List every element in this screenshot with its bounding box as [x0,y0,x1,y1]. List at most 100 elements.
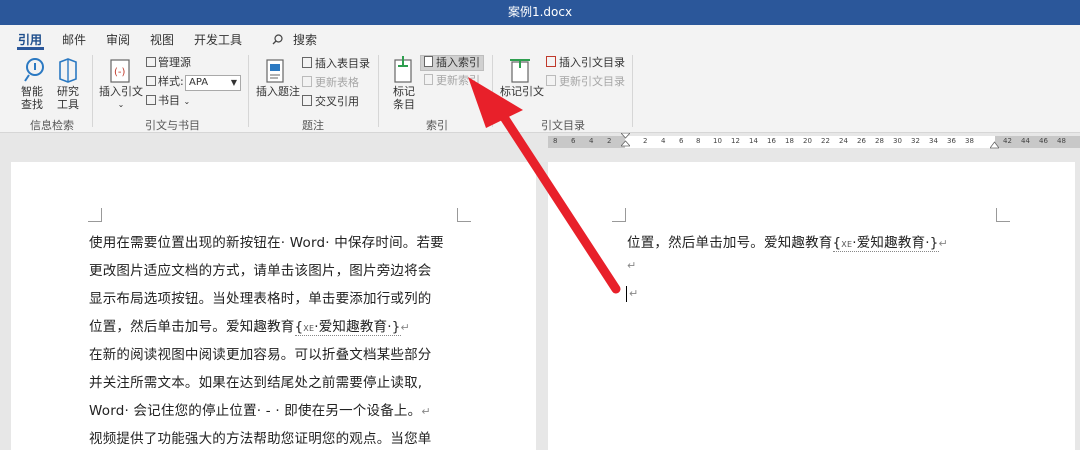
insert-index-label: 插入索引 [436,56,480,69]
insert-table-of-figures-button[interactable]: 插入表目录 [302,57,370,71]
ruler-tick: 18 [785,137,794,145]
margin-corner-mark [88,208,102,222]
ruler-tick: 2 [607,137,612,145]
insert-citation-button[interactable]: 插入引文 ⌄ [99,85,143,111]
insert-caption-button[interactable]: 插入题注 [256,85,300,98]
chevron-down-icon: ⌄ [117,100,125,109]
xe-field-code[interactable]: {XE·爱知趣教育·} [832,235,939,252]
cross-reference-button[interactable]: 交叉引用 [302,95,359,109]
paragraph-mark-icon: ↵ [629,287,639,300]
ruler-tick: 48 [1057,137,1066,145]
tab-references[interactable]: 引用 [18,31,42,48]
bibliography-label: 书目 [158,94,180,107]
ruler-tick: 24 [839,137,848,145]
paragraph-text: 位置，然后单击加号。爱知趣教育 [89,319,295,335]
smart-lookup-button[interactable]: 智能 查找 [21,85,43,111]
insert-citation-label: 插入引文 [99,85,143,98]
researcher-label-1: 研究 [57,85,79,98]
ruler-tick: 36 [947,137,956,145]
insert-citation-icon: (-) [110,59,130,83]
svg-text:(-): (-) [114,67,126,78]
insert-table-of-authorities-label: 插入引文目录 [559,56,625,69]
paragraph-mark-icon: ↵ [421,405,431,418]
tab-review[interactable]: 审阅 [106,31,130,48]
ruler-tick: 26 [857,137,866,145]
group-separator [492,55,493,127]
smart-lookup-label-1: 智能 [21,85,43,98]
tab-developer[interactable]: 开发工具 [194,31,242,48]
document-page-2[interactable] [548,162,1075,450]
chevron-down-icon: ⌄ [183,97,191,106]
paragraph-mark-icon: ↵ [627,259,637,272]
ruler-tick: 16 [767,137,776,145]
style-select[interactable]: APA ▼ [185,75,241,91]
ribbon-references: 智能 查找 研究 工具 信息检索 (-) 插入引文 ⌄ 管理源 样式: APA … [0,53,1080,133]
tab-search[interactable]: 搜索 [293,31,317,48]
bibliography-button[interactable]: 书目 ⌄ [146,94,190,109]
group-separator [632,55,633,127]
mark-entry-label-1: 标记 [393,85,415,98]
update-index-icon [424,74,433,85]
group-label-research: 信息检索 [30,119,74,132]
ruler-tick: 28 [875,137,884,145]
insert-caption-icon [266,59,284,83]
cross-reference-label: 交叉引用 [315,95,359,108]
margin-corner-mark [996,208,1010,222]
paragraph-line: 更改图片适应文档的方式，请单击该图片，图片旁边将会 [89,263,432,279]
ruler-tick: 38 [965,137,974,145]
paragraph-line: 并关注所需文本。如果在达到结尾处之前需要停止读取, [89,375,423,391]
mark-entry-label-2: 条目 [393,98,415,111]
paragraph-line: 显示布局选项按钮。当处理表格时，单击要添加行或列的 [89,291,432,307]
xe-field-keyword: XE [303,324,315,333]
indent-marker-icon[interactable] [621,133,630,151]
researcher-button[interactable]: 研究 工具 [57,85,79,111]
insert-table-of-figures-label: 插入表目录 [315,57,370,70]
smart-lookup-icon [24,58,44,82]
ribbon-tab-bar: 引用 邮件 审阅 视图 开发工具 搜索 [0,25,1080,53]
paragraph-mark-icon: ↵ [400,321,410,334]
right-indent-marker-icon[interactable] [990,141,999,149]
style-selector-label: 样式: [146,75,184,89]
xe-field-text: 爱知趣教育· [856,235,930,251]
text-cursor [626,286,627,302]
margin-corner-mark [612,208,626,222]
update-index-label: 更新索引 [436,74,480,87]
update-table-label: 更新表格 [315,76,359,89]
mark-citation-button[interactable]: 标记引文 [500,85,544,98]
update-table-of-authorities-button[interactable]: 更新引文目录 [546,75,625,89]
insert-index-button[interactable]: 插入索引 [420,55,484,71]
manage-sources-button[interactable]: 管理源 [146,56,191,70]
xe-field-text: 爱知趣教育· [318,319,392,335]
ruler-tick: 10 [713,137,722,145]
insert-caption-label: 插入题注 [256,85,300,98]
ruler-tick: 32 [911,137,920,145]
tab-mailings[interactable]: 邮件 [62,31,86,48]
chevron-down-icon: ▼ [230,78,237,87]
insert-table-of-authorities-button[interactable]: 插入引文目录 [546,56,625,70]
horizontal-ruler[interactable]: 8 6 4 2 2 4 6 8 10 12 14 16 18 20 22 24 … [548,133,1080,151]
ruler-tick: 8 [696,137,701,145]
update-index-button[interactable]: 更新索引 [424,74,480,88]
update-table-icon [302,76,312,87]
mark-entry-button[interactable]: 标记 条目 [393,85,415,111]
ruler-tick: 30 [893,137,902,145]
paragraph-line-with-mark: Word· 会记住您的停止位置· - · 即使在另一个设备上。↵ [89,399,431,419]
update-table-button[interactable]: 更新表格 [302,76,359,90]
group-separator [248,55,249,127]
ruler-tick: 20 [803,137,812,145]
mark-entry-icon [394,56,412,83]
ruler-tick: 34 [929,137,938,145]
ruler-tick: 6 [679,137,684,145]
ruler-tick: 12 [731,137,740,145]
update-table-of-authorities-label: 更新引文目录 [559,75,625,88]
style-icon [146,76,156,86]
table-of-authorities-icon [546,56,556,67]
ruler-tick: 22 [821,137,830,145]
mark-citation-label: 标记引文 [500,85,544,98]
researcher-label-2: 工具 [57,98,79,111]
group-separator [92,55,93,127]
tab-view[interactable]: 视图 [150,31,174,48]
xe-field-code[interactable]: {XE·爱知趣教育·} [294,319,401,336]
insert-index-icon [424,56,433,67]
ruler-tick: 46 [1039,137,1048,145]
